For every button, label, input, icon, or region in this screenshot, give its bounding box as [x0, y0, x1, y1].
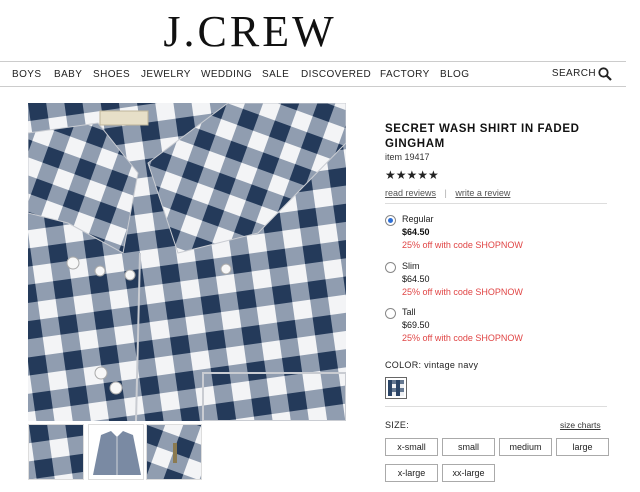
item-number: item 19417: [385, 152, 430, 162]
search-button[interactable]: SEARCH: [551, 67, 612, 81]
search-label: SEARCH: [551, 68, 596, 79]
size-label: SIZE:: [385, 420, 410, 430]
size-large-button[interactable]: large: [556, 438, 609, 456]
star-rating: ★★★★★: [385, 168, 439, 182]
nav-item-blog[interactable]: BLOG: [440, 69, 469, 80]
size-small-button[interactable]: small: [442, 438, 495, 456]
magnifier-icon[interactable]: [598, 67, 612, 81]
size-charts-link[interactable]: size charts: [560, 420, 601, 430]
size-xsmall-button[interactable]: x-small: [385, 438, 438, 456]
divider: [385, 406, 607, 407]
radio-regular[interactable]: [385, 215, 396, 226]
fit-label: Tall: [402, 307, 416, 317]
nav-item-wedding[interactable]: WEDDING: [201, 69, 252, 80]
main-nav: BOYS BABY SHOES JEWELRY WEDDING SALE DIS…: [0, 61, 626, 87]
fit-price: $64.50: [402, 227, 430, 237]
fit-label: Slim: [402, 261, 420, 271]
thumbnail-1[interactable]: [28, 424, 84, 480]
promo-text: 25% off with code SHOPNOW: [402, 287, 523, 297]
nav-item-sale[interactable]: SALE: [262, 69, 289, 80]
radio-tall[interactable]: [385, 308, 396, 319]
nav-item-discovered[interactable]: DISCOVERED: [301, 69, 371, 80]
fit-label: Regular: [402, 214, 434, 224]
review-links: read reviews | write a review: [385, 188, 607, 198]
radio-slim[interactable]: [385, 262, 396, 273]
size-medium-button[interactable]: medium: [499, 438, 552, 456]
nav-item-jewelry[interactable]: JEWELRY: [141, 69, 191, 80]
link-separator: |: [444, 188, 447, 198]
divider: [385, 203, 607, 204]
product-title: SECRET WASH SHIRT IN FADED GINGHAM: [385, 123, 580, 150]
size-xlarge-button[interactable]: x-large: [385, 464, 438, 482]
nav-item-factory[interactable]: FACTORY: [380, 69, 430, 80]
product-main-image[interactable]: [28, 103, 346, 421]
nav-item-shoes[interactable]: SHOES: [93, 69, 130, 80]
color-swatch-vintage-navy[interactable]: [385, 377, 407, 399]
brand-logo[interactable]: J.CREW: [0, 6, 500, 57]
thumbnail-3[interactable]: [146, 424, 202, 480]
promo-text: 25% off with code SHOPNOW: [402, 240, 523, 250]
nav-item-boys[interactable]: BOYS: [12, 69, 41, 80]
thumbnail-2[interactable]: [88, 424, 144, 480]
color-label: COLOR: vintage navy: [385, 360, 479, 370]
nav-item-baby[interactable]: BABY: [54, 69, 82, 80]
size-xxlarge-button[interactable]: xx-large: [442, 464, 495, 482]
write-review-link[interactable]: write a review: [455, 188, 510, 198]
promo-text: 25% off with code SHOPNOW: [402, 333, 523, 343]
fit-price: $69.50: [402, 320, 430, 330]
read-reviews-link[interactable]: read reviews: [385, 188, 436, 198]
fit-price: $64.50: [402, 274, 430, 284]
